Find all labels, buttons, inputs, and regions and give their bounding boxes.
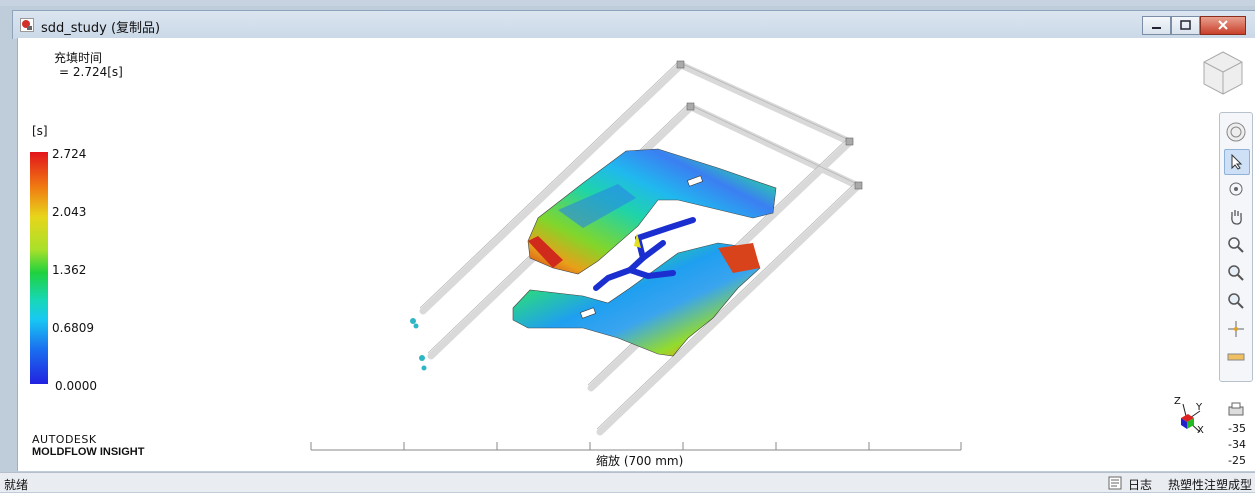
coord-readout-1: -35	[1228, 422, 1246, 435]
app-frame: sdd_study (复制品) 充填时间 = 2.724[s] [s] 2.72…	[0, 0, 1255, 492]
view-cube-icon[interactable]	[1198, 48, 1248, 98]
axis-label-y: Y	[1196, 402, 1203, 413]
minimize-icon	[1152, 27, 1161, 29]
scale-label: 缩放 (700 mm)	[596, 454, 684, 468]
coord-readout-2: -34	[1228, 438, 1246, 451]
window-titlebar[interactable]: sdd_study (复制品)	[12, 10, 1255, 39]
status-log[interactable]: 日志	[1128, 476, 1152, 493]
scale-bar	[310, 442, 962, 451]
orbit-icon[interactable]	[1224, 117, 1248, 147]
window-title: sdd_study (复制品)	[41, 21, 161, 36]
status-ready: 就绪	[4, 478, 29, 492]
select-icon[interactable]	[1224, 149, 1250, 175]
zoom-in-icon[interactable]	[1224, 261, 1248, 285]
model-graphics	[310, 60, 962, 451]
maximize-icon	[1180, 20, 1191, 30]
zoom-out-icon[interactable]	[1224, 289, 1248, 313]
navigation-toolbar	[1219, 112, 1253, 382]
maximize-button[interactable]	[1171, 16, 1200, 35]
pan-icon[interactable]	[1224, 205, 1248, 229]
center-icon[interactable]	[1224, 317, 1248, 341]
log-icon[interactable]	[1108, 476, 1122, 490]
measure-icon[interactable]	[1224, 345, 1248, 369]
status-bar: 就绪 日志 热塑性注塑成型	[0, 472, 1255, 492]
close-icon	[1218, 20, 1228, 30]
axis-label-z: Z	[1174, 396, 1181, 407]
rotate-icon[interactable]	[1224, 177, 1248, 201]
top-strip	[0, 0, 1255, 6]
window-controls	[1142, 16, 1246, 35]
model-viewport[interactable]: 充填时间 = 2.724[s] [s] 2.724 2.043 1.362 0.…	[17, 38, 1255, 471]
coolant-inlets	[410, 318, 427, 371]
zoom-icon[interactable]	[1224, 233, 1248, 257]
axis-label-x: X	[1197, 425, 1204, 436]
close-button[interactable]	[1200, 16, 1246, 35]
status-process: 热塑性注塑成型	[1168, 478, 1253, 492]
coord-readout-3: -25	[1228, 454, 1246, 467]
print-icon[interactable]	[1224, 398, 1248, 422]
moldflow-study-icon	[20, 18, 34, 32]
minimize-button[interactable]	[1142, 16, 1171, 35]
